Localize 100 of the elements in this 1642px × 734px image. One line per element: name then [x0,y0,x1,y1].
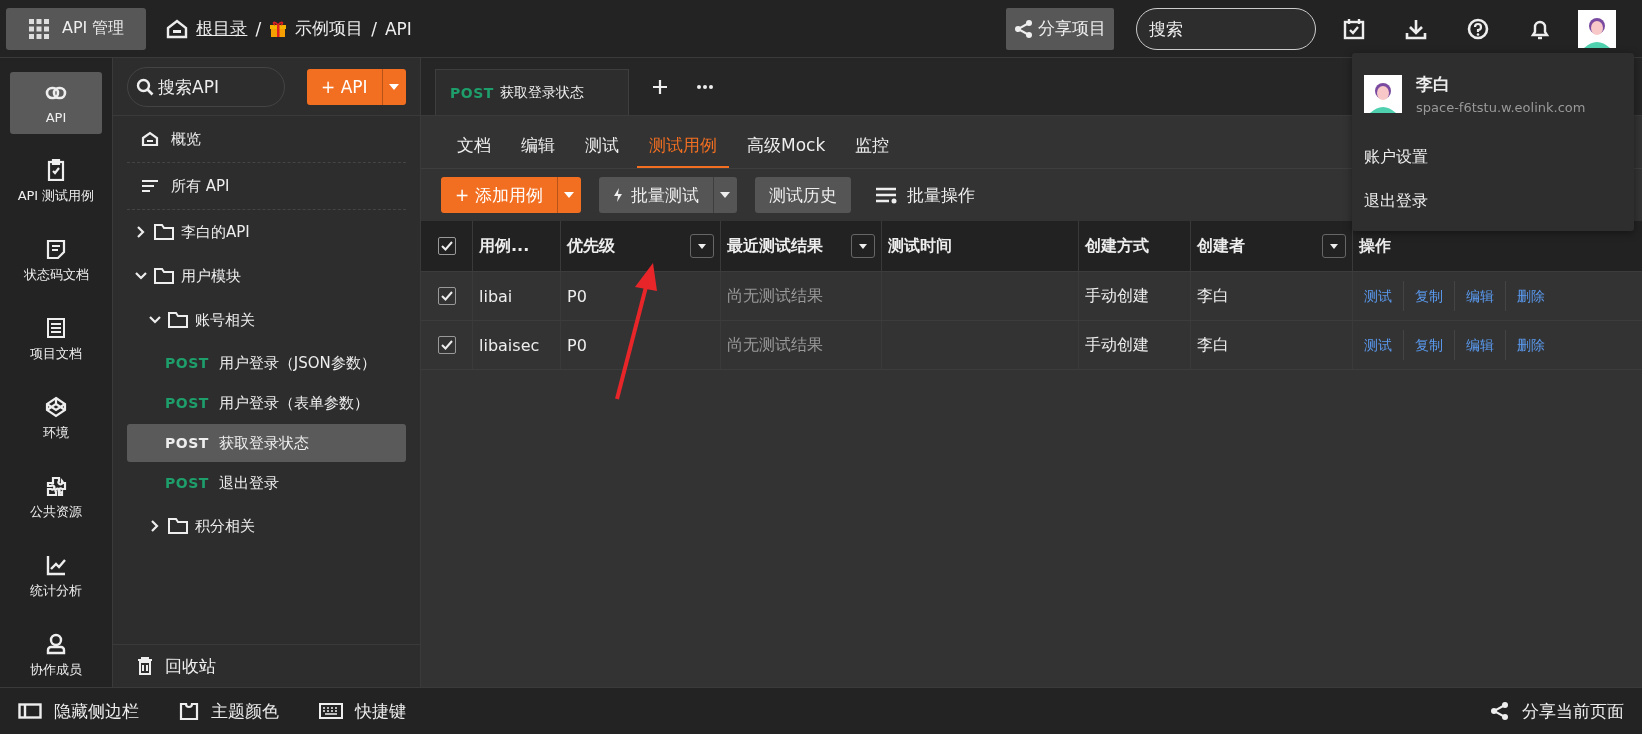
column-title: 优先级 [567,235,615,257]
breadcrumb-separator: / [371,18,377,39]
breadcrumb-link[interactable]: 根目录 [196,17,248,40]
table-cell: P0 [567,335,587,355]
breadcrumb-link[interactable]: 示例项目 [295,17,364,40]
user-icon [45,633,67,655]
more-icon[interactable] [697,84,713,89]
bottom-bar-button[interactable]: 主题颜色 [179,699,279,723]
folder-row[interactable]: 李白的API [127,210,406,254]
menu-item[interactable]: 退出登录 [1352,179,1634,223]
folder-row[interactable]: 积分相关 [127,504,406,548]
row-checkbox[interactable] [437,287,456,305]
nav-rail-item[interactable]: 统计分析 [10,546,102,608]
folder-icon [167,311,189,329]
action-link[interactable]: 复制 [1404,281,1455,311]
table-cell: 手动创建 [1085,334,1149,356]
share-icon [1490,701,1510,721]
folder-icon [167,517,189,535]
cube-icon [45,396,67,418]
subtab[interactable]: 高级Mock [735,130,838,168]
breadcrumb-separator: / [255,18,262,39]
nav-rail-item[interactable]: API 测试用例 [10,151,102,213]
action-link[interactable]: 测试 [1353,330,1404,360]
table-cell: 手动创建 [1085,285,1149,307]
nav-rail-item[interactable]: API [10,72,102,134]
chevron-icon [149,520,161,532]
breadcrumb-link[interactable]: API [384,18,412,39]
subtab[interactable]: 测试 [573,130,631,168]
open-tab[interactable]: POST 获取登录状态 [435,69,629,115]
help-icon[interactable] [1467,17,1489,40]
list-icon [141,178,159,194]
lightning-icon [612,188,623,202]
table-cell: P0 [567,286,587,306]
endpoint-row[interactable]: POST 退出登录 [127,464,406,502]
folder-row[interactable]: 用户模块 [127,254,406,298]
endpoint-row[interactable]: POST 用户登录（表单参数） [127,384,406,422]
table-cell: libai [479,286,513,306]
caret-icon [389,83,400,90]
menu-item[interactable]: 账户设置 [1352,135,1634,179]
caret-icon [1330,243,1338,249]
nav-rail-item[interactable]: 状态码文档 [10,230,102,292]
bottom-bar-button[interactable]: 快捷键 [319,699,406,723]
bottom-bar-button[interactable]: 隐藏侧边栏 [18,699,139,723]
home-icon [166,18,189,39]
app-menu-button[interactable]: API 管理 [6,7,147,50]
select-all-checkbox[interactable] [437,237,456,255]
list-icon [874,186,897,204]
search-icon [136,77,154,96]
puzzle-icon [45,475,67,497]
subtab[interactable]: 编辑 [509,130,567,168]
folder-icon [153,223,175,241]
row-checkbox[interactable] [437,336,456,354]
column-filter-button[interactable] [851,234,875,258]
caret-icon [720,192,731,198]
workspace-address: space-f6tstu.w.eolink.com [1416,100,1586,115]
chevron-icon [135,226,147,238]
sidebar-icon [18,703,42,719]
plus-icon[interactable] [653,79,667,94]
sidebar-link[interactable]: 所有 API [127,163,406,210]
keyboard-icon [319,703,343,719]
line-chart-icon [45,554,67,576]
calendar-check-icon[interactable] [1343,17,1365,40]
action-link[interactable]: 删除 [1506,281,1556,311]
folder-icon [153,267,175,285]
nav-rail-item[interactable]: 公共资源 [10,467,102,529]
action-link[interactable]: 测试 [1353,281,1404,311]
grid-icon [28,17,50,40]
subtab[interactable]: 文档 [445,130,503,168]
action-link[interactable]: 复制 [1404,330,1455,360]
test-history-button[interactable]: 测试历史 [754,177,851,213]
action-link[interactable]: 编辑 [1455,330,1506,360]
avatar-icon[interactable] [1578,9,1616,48]
action-link[interactable]: 删除 [1506,330,1556,360]
endpoint-row[interactable]: POST 获取登录状态 [127,424,406,462]
column-filter-button[interactable] [1322,234,1346,258]
api-search-field[interactable]: 搜索API [127,66,285,107]
nav-rail-item[interactable]: 协作成员 [10,625,102,687]
folder-row[interactable]: 账号相关 [127,298,406,342]
sidebar-link[interactable]: 概览 [127,116,406,163]
document-icon [45,238,67,260]
subtab[interactable]: 监控 [843,130,902,168]
table-cell: 尚无测试结果 [727,334,823,356]
download-icon[interactable] [1405,17,1427,40]
nav-rail-item[interactable]: 项目文档 [10,309,102,371]
nav-rail-item[interactable]: 环境 [10,388,102,450]
column-title: 创建方式 [1085,235,1149,257]
share-page-button[interactable]: 分享当前页面 [1490,699,1624,723]
subtab[interactable]: 测试用例 [637,130,729,168]
column-title: 最近测试结果 [727,235,823,257]
column-filter-button[interactable] [690,234,714,258]
shirt-icon [179,702,199,720]
caret-icon [698,243,706,249]
share-project-button[interactable]: 分享项目 [1006,7,1114,50]
user-name: 李白 [1416,73,1451,96]
endpoint-row[interactable]: POST 用户登录（JSON参数） [127,344,406,382]
chevron-icon [149,314,161,326]
batch-operations-button[interactable]: 批量操作 [868,182,981,208]
search-field[interactable]: 搜索 [1136,7,1316,50]
column-title: 测试时间 [888,235,952,257]
action-link[interactable]: 编辑 [1455,281,1506,311]
